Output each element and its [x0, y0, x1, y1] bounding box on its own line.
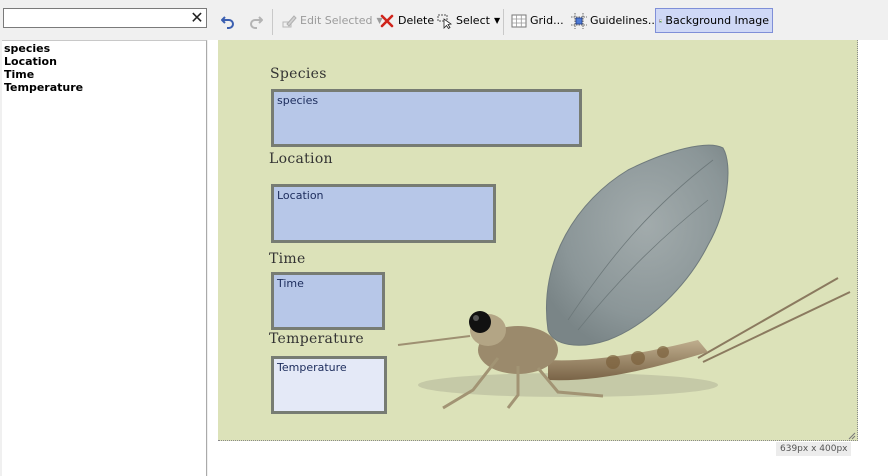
select-label: Select [456, 14, 490, 27]
temperature-field[interactable]: Temperature [271, 356, 387, 414]
redo-icon [250, 15, 263, 29]
undo-button[interactable] [217, 8, 239, 33]
image-icon [659, 19, 663, 22]
species-field[interactable]: species [271, 89, 582, 147]
pencil-icon [282, 14, 297, 27]
select-icon [437, 14, 453, 29]
form-canvas[interactable]: Species species Location Location Time T… [218, 40, 858, 441]
time-field[interactable]: Time [271, 272, 385, 330]
guidelines-icon [571, 12, 587, 29]
delete-label: Delete [398, 14, 435, 27]
design-area: Species species Location Location Time T… [218, 40, 888, 476]
edit-selected-button[interactable]: Edit Selected ▼ [278, 8, 386, 33]
field-list: species Location Time Temperature [2, 40, 207, 476]
clear-search-button[interactable]: ✕ [188, 8, 207, 28]
location-field[interactable]: Location [271, 184, 496, 243]
search-input[interactable] [5, 10, 187, 26]
close-icon: ✕ [190, 8, 204, 27]
resize-handle-icon[interactable] [846, 430, 856, 440]
undo-icon [221, 15, 234, 29]
list-item[interactable]: Time [4, 68, 206, 81]
right-margin [858, 40, 888, 476]
grid-label: Grid... [530, 14, 564, 27]
chevron-down-icon: ▼ [493, 16, 501, 25]
toolbar-separator [503, 9, 504, 35]
grid-button[interactable]: Grid... [508, 8, 567, 33]
toolbar-separator [272, 9, 273, 35]
time-label: Time [269, 251, 306, 267]
grid-icon [511, 14, 527, 27]
canvas-dimensions: 639px x 400px [776, 442, 852, 456]
guidelines-label: Guidelines... [590, 14, 659, 27]
guidelines-button[interactable]: Guidelines... [568, 8, 661, 33]
redo-button[interactable] [245, 8, 267, 33]
search-box [3, 8, 189, 28]
delete-icon [380, 14, 394, 27]
toolbar: Edit Selected ▼ Delete Select ▼ Grid... … [208, 0, 888, 40]
select-button[interactable]: Select ▼ [434, 8, 503, 33]
edit-selected-label: Edit Selected [300, 14, 373, 27]
background-image-toggle[interactable]: Background Image [655, 8, 773, 33]
list-item[interactable]: Temperature [4, 81, 206, 94]
temperature-label: Temperature [269, 331, 365, 347]
delete-button[interactable]: Delete [376, 8, 437, 33]
species-label: Species [270, 66, 327, 82]
list-item[interactable]: species [4, 42, 206, 55]
list-item[interactable]: Location [4, 55, 206, 68]
location-label: Location [269, 151, 333, 167]
background-image-label: Background Image [665, 14, 769, 27]
left-panel: ✕ species Location Time Temperature [0, 0, 208, 476]
